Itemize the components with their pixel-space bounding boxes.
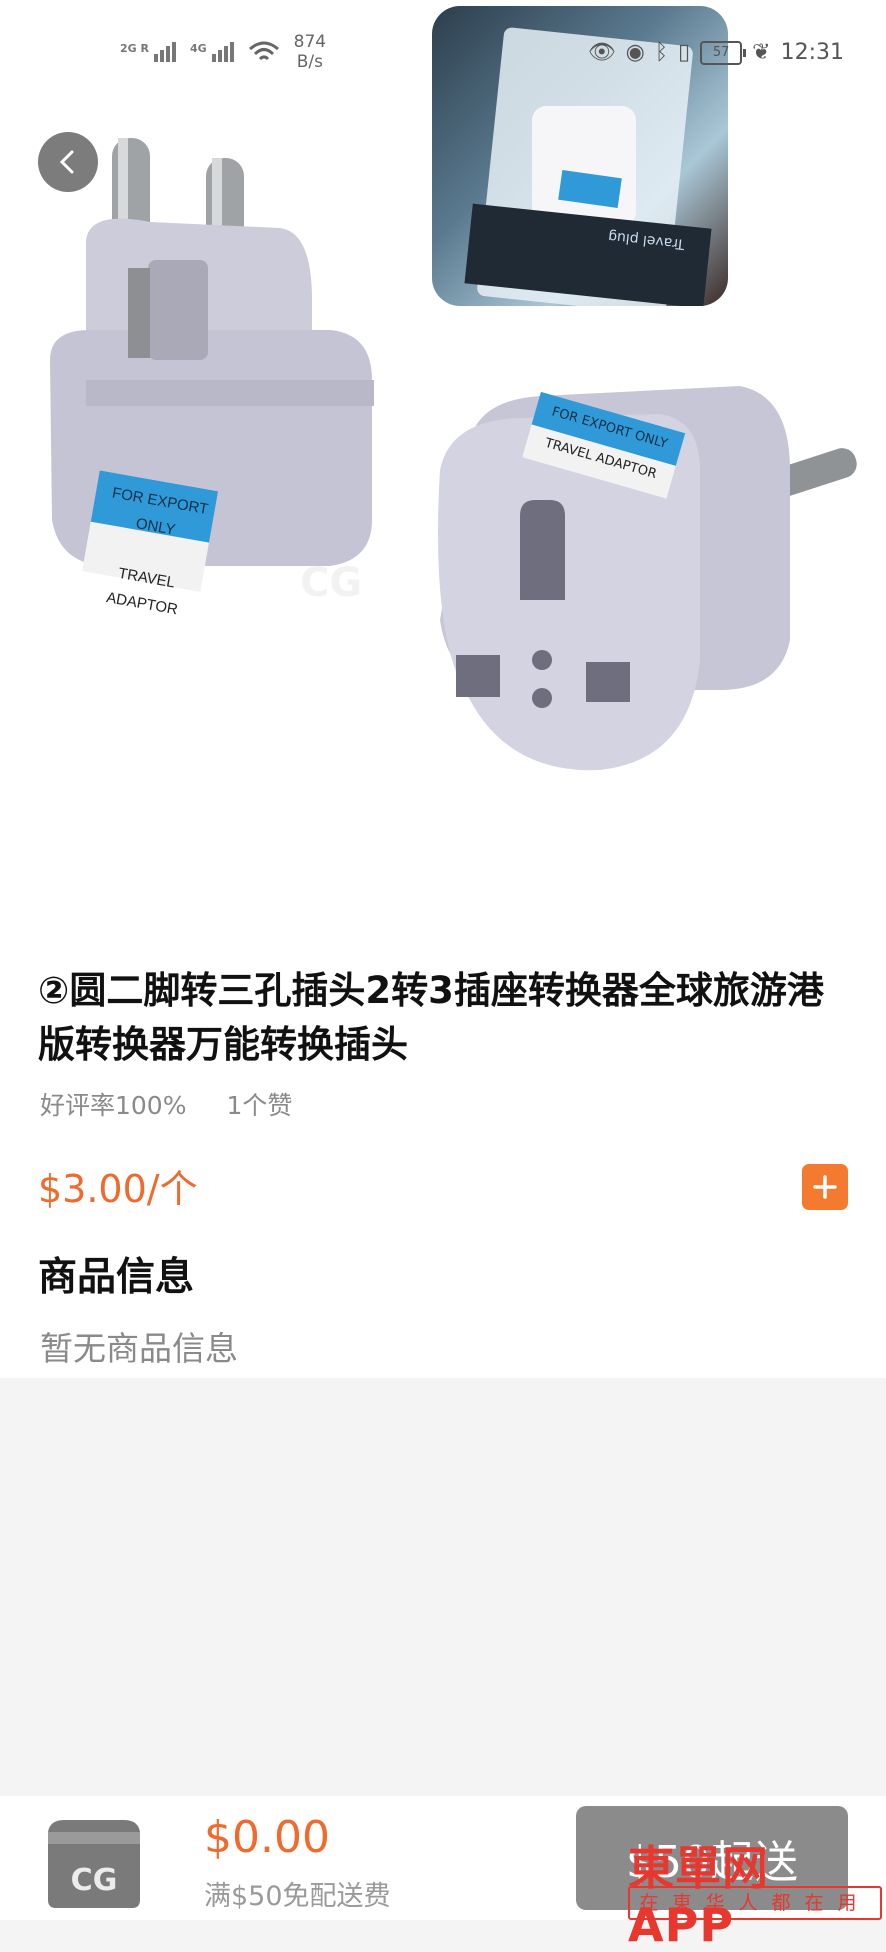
leaf-icon: ❦ [752,40,771,65]
product-meta: 好评率100% 1个赞 [40,1086,292,1122]
network-2-label: 4G [189,42,207,55]
battery-icon: 57 [700,40,747,65]
speed-unit: B/s [296,52,324,72]
product-price: $3.00/个 [38,1167,198,1211]
thumb-plug [532,106,636,226]
brand-watermark: 東單网APP 在東华人都在用 [628,1832,886,1952]
cart-box-icon[interactable]: CG [40,1810,148,1910]
clock: 12:31 [780,40,844,65]
product-image-carousel[interactable]: FOR EXPORT ONLY TRAVEL ADAPTOR FOR EXPOR… [0,0,886,940]
rating-text: 好评率100% [40,1091,187,1120]
signal-2g-icon: 2G R [120,42,176,62]
chat-icon: ◉ [625,40,645,65]
chevron-left-icon [59,150,74,174]
wifi-icon [248,41,279,61]
details-heading: 商品信息 [38,1255,195,1300]
left-label-text: FOR EXPORT ONLY TRAVEL ADAPTOR [82,479,221,628]
eye-icon: 👁 [587,40,616,65]
details-empty-text: 暂无商品信息 [40,1329,238,1368]
image-watermark: CG [300,560,363,606]
network-1-label: 2G R [120,42,149,55]
plus-icon [813,1175,837,1199]
product-title: ②圆二脚转三孔插头2转3插座转换器全球旅游港版转换器万能转换插头 [38,969,824,1066]
status-left: 2G R 4G 874 B/s [120,32,326,72]
signal-4g-icon: 4G [190,42,234,62]
svg-text:CG: CG [71,1863,118,1898]
battery-level: 57 [712,44,730,60]
add-to-cart-button[interactable] [802,1164,848,1210]
product-info: ②圆二脚转三孔插头2转3插座转换器全球旅游港版转换器万能转换插头 好评率100%… [0,940,886,1378]
likes-text: 1个赞 [226,1091,293,1120]
status-right: 👁 ◉ ᛒ ▯ 57 ❦ 12:31 [588,40,844,65]
delivery-note: 满$50免配送费 [204,1881,391,1912]
status-bar: 2G R 4G 874 B/s 👁 ◉ ᛒ ▯ 57 ❦ 12:31 [0,0,886,110]
bluetooth-icon: ᛒ [654,40,669,65]
speed-value: 874 [293,32,327,52]
back-button[interactable] [38,132,98,192]
vibrate-icon: ▯ [678,40,691,65]
cart-total: $0.00 [204,1812,330,1863]
brand-slogan: 在東华人都在用 [628,1886,882,1920]
network-speed: 874 B/s [294,32,326,72]
